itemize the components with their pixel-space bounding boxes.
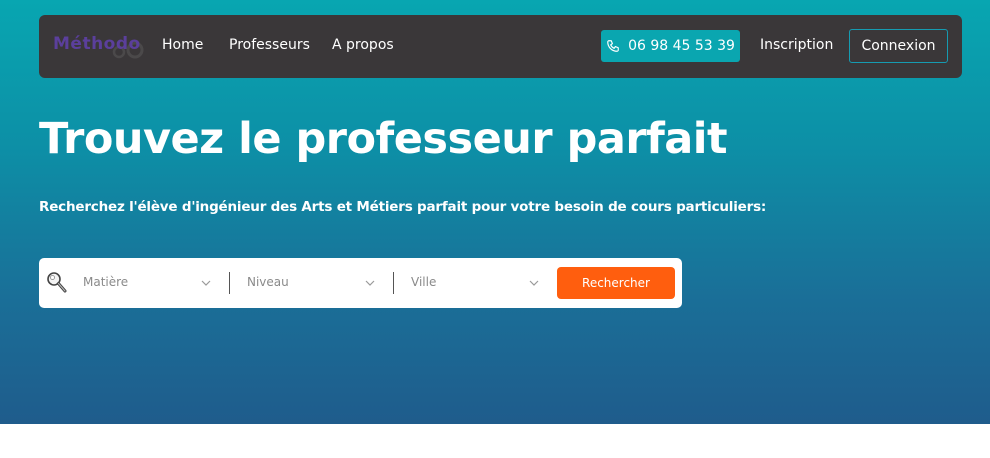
nav-link-professeurs[interactable]: Professeurs	[229, 37, 310, 53]
navbar: Méthodo Home Professeurs A propos 06 98 …	[39, 15, 962, 78]
magnifier-icon	[47, 272, 67, 293]
subject-placeholder: Matière	[83, 275, 129, 289]
city-placeholder: Ville	[411, 275, 437, 289]
search-button[interactable]: Rechercher	[557, 267, 675, 299]
chevron-down-icon	[201, 280, 211, 286]
hero-section: Méthodo Home Professeurs A propos 06 98 …	[0, 0, 990, 424]
chevron-down-icon	[529, 280, 539, 286]
phone-number: 06 98 45 53 39	[628, 38, 735, 54]
search-bar: Matière Niveau Ville Rechercher	[39, 258, 682, 308]
divider	[229, 272, 230, 294]
level-select[interactable]: Niveau	[247, 272, 375, 294]
signup-link[interactable]: Inscription	[760, 37, 833, 53]
subject-select[interactable]: Matière	[83, 272, 211, 294]
hero-subtitle: Recherchez l'élève d'ingénieur des Arts …	[39, 199, 767, 215]
brand-logo[interactable]: Méthodo	[53, 34, 144, 59]
login-button[interactable]: Connexion	[849, 29, 948, 63]
nav-link-home[interactable]: Home	[162, 37, 203, 53]
phone-button[interactable]: 06 98 45 53 39	[601, 30, 740, 62]
nav-link-a-propos[interactable]: A propos	[332, 37, 394, 53]
phone-icon	[607, 40, 619, 52]
logo-text: Méthodo	[53, 34, 141, 54]
city-select[interactable]: Ville	[411, 272, 539, 294]
level-placeholder: Niveau	[247, 275, 289, 289]
chevron-down-icon	[365, 280, 375, 286]
divider	[393, 272, 394, 294]
page-title: Trouvez le professeur parfait	[39, 114, 728, 164]
